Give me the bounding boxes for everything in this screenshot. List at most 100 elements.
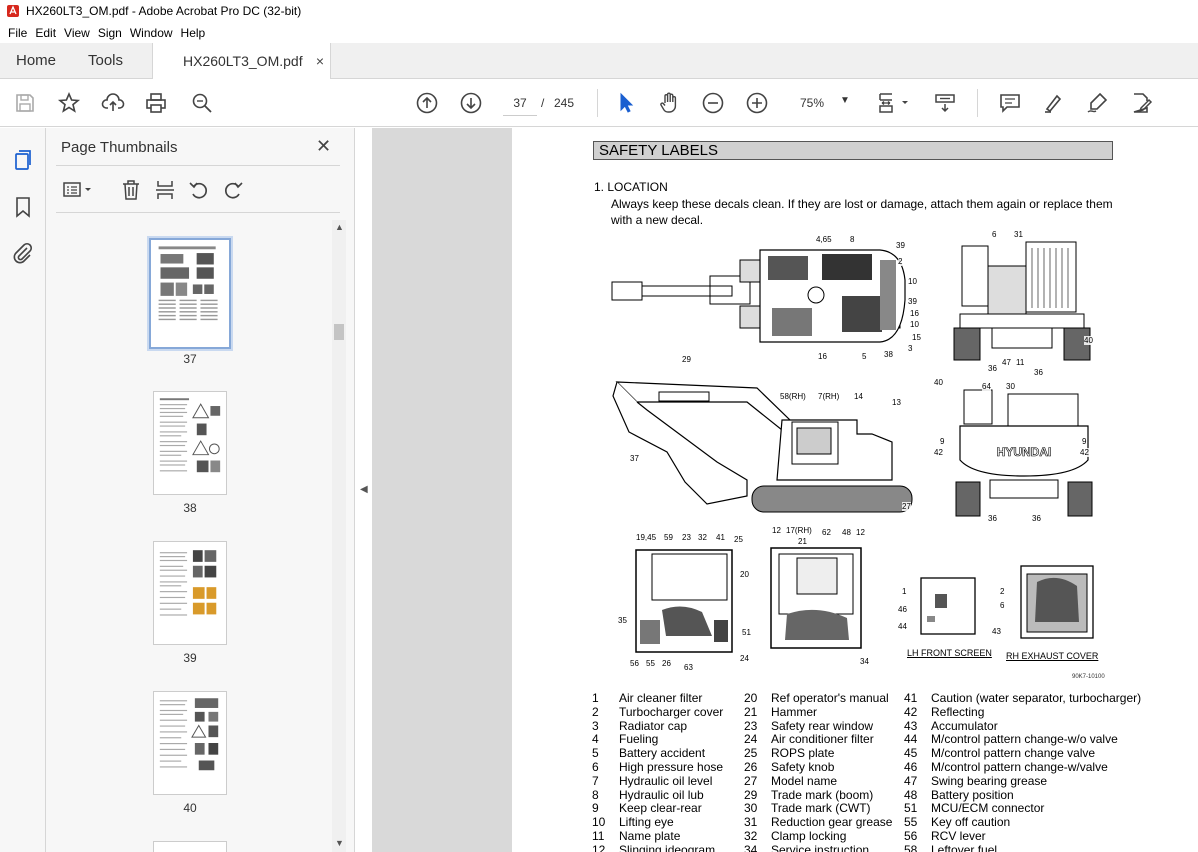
scrollbar-thumb[interactable] [334, 324, 344, 340]
tab-home[interactable]: Home [16, 43, 56, 79]
highlight-icon[interactable] [1041, 91, 1065, 115]
callout-number: 12 [856, 528, 865, 537]
acrobat-app-icon [7, 5, 19, 17]
chevron-left-icon: ◀ [360, 484, 368, 495]
legend-number: 12 [592, 842, 606, 852]
thumbnail-page-number: 37 [183, 352, 197, 366]
thumbnail-page[interactable] [153, 841, 227, 852]
thumbnail-page[interactable] [153, 541, 227, 645]
scroll-mode-icon[interactable] [933, 91, 957, 115]
legend-item: 26 Safety knob [744, 760, 892, 775]
save-icon[interactable] [13, 91, 37, 115]
callout-number: 32 [698, 533, 707, 542]
left-navigation-rail [0, 128, 46, 852]
legend-item: 25 ROPS plate [744, 746, 892, 761]
legend-item: 58 Leftover fuel [904, 842, 1141, 852]
zoom-dropdown[interactable]: 75% ▼ [788, 91, 854, 115]
window-title: HX260LT3_OM.pdf - Adobe Acrobat Pro DC (… [26, 4, 302, 18]
legend-number: 31 [744, 815, 758, 830]
star-icon[interactable] [57, 91, 81, 115]
tab-document[interactable]: HX260LT3_OM.pdf × [152, 43, 331, 80]
panel-title: Page Thumbnails [61, 139, 178, 156]
callout-number: 63 [684, 663, 693, 672]
scroll-down-arrow-icon[interactable]: ▼ [335, 838, 344, 848]
menu-sign[interactable]: Sign [94, 26, 126, 40]
legend-number: 30 [744, 801, 758, 816]
legend-label: Caution (water separator, turbocharger) [931, 691, 1142, 705]
extract-pages-icon[interactable] [153, 178, 177, 202]
comment-icon[interactable] [998, 91, 1022, 115]
hand-icon[interactable] [657, 91, 681, 115]
tab-tools[interactable]: Tools [88, 43, 123, 79]
callout-number: 9 [1082, 437, 1087, 446]
legend-number: 41 [904, 691, 918, 705]
callout-number: 43 [992, 627, 1001, 636]
callout-number: 47 [1002, 358, 1011, 367]
callout-number: 55 [646, 659, 655, 668]
legend-number: 7 [592, 773, 599, 788]
legend-number: 58 [904, 842, 918, 852]
legend-item: 5 Battery accident [592, 746, 723, 761]
scroll-up-arrow-icon[interactable]: ▲ [335, 222, 344, 232]
thumbnail-page[interactable] [147, 236, 233, 351]
menu-window[interactable]: Window [126, 26, 177, 40]
panel-collapse-handle[interactable]: ◀ [356, 128, 372, 852]
menu-help[interactable]: Help [177, 26, 210, 40]
print-icon[interactable] [144, 91, 168, 115]
callout-number: 59 [664, 533, 673, 542]
legend-number: 9 [592, 801, 599, 816]
legend-label: MCU/ECM connector [931, 801, 1045, 816]
callout-number: 10 [908, 277, 917, 286]
rotate-left-icon[interactable] [187, 178, 211, 202]
thumbnail-page[interactable] [153, 391, 227, 495]
location-text: Always keep these decals clean. If they … [611, 197, 1113, 227]
delete-icon[interactable] [119, 178, 143, 202]
thumbnail-page[interactable] [153, 691, 227, 795]
document-viewport[interactable]: SAFETY LABELS 1. LOCATION Always keep th… [372, 128, 1198, 852]
menu-view[interactable]: View [60, 26, 94, 40]
sign-icon[interactable] [1085, 91, 1109, 115]
callout-number: 36 [988, 364, 997, 373]
page-thumbnails-icon[interactable] [11, 148, 35, 172]
legend-number: 3 [592, 718, 599, 733]
toolbar: / 245 75% ▼ [0, 79, 1198, 127]
excavator-side-view-figure [607, 372, 917, 525]
menu-file[interactable]: File [4, 26, 31, 40]
callout-number: 16 [818, 352, 827, 361]
zoom-search-icon[interactable] [190, 91, 214, 115]
edit-pdf-icon[interactable] [1129, 91, 1153, 115]
rotate-right-icon[interactable] [221, 178, 245, 202]
fit-page-icon[interactable] [876, 91, 912, 115]
legend-label: Service instruction [771, 842, 870, 852]
rh-exhaust-cover-caption: RH EXHAUST COVER [1006, 651, 1099, 661]
bookmark-icon[interactable] [11, 195, 35, 219]
callout-number: 19,45 [636, 533, 657, 542]
attachment-icon[interactable] [11, 241, 35, 265]
legend-label: Turbocharger cover [619, 704, 724, 719]
callout-number: 62 [822, 528, 831, 537]
legend-label: Safety rear window [771, 718, 874, 733]
legend-number: 25 [744, 746, 758, 761]
menu-edit[interactable]: Edit [31, 26, 60, 40]
options-menu-icon[interactable] [61, 178, 97, 202]
legend-label: Battery accident [619, 746, 706, 761]
legend-item: 24 Air conditioner filter [744, 733, 892, 747]
panel-close-button[interactable]: ✕ [316, 136, 331, 157]
legend-label: Hydraulic oil level [619, 773, 713, 788]
zoom-in-icon[interactable] [745, 91, 769, 115]
zoom-out-icon[interactable] [701, 91, 725, 115]
callout-number: 23 [682, 533, 691, 542]
excavator-rear-view-figure [952, 236, 1092, 369]
upload-icon[interactable] [101, 91, 125, 115]
callout-number: 26 [662, 659, 671, 668]
page-up-icon[interactable] [415, 91, 439, 115]
cursor-icon[interactable] [614, 91, 638, 115]
page-down-icon[interactable] [459, 91, 483, 115]
thumbnail-scrollbar[interactable]: ▲ ▼ [332, 220, 346, 852]
page-number-input[interactable] [503, 90, 537, 116]
panel-divider [56, 212, 340, 213]
callout-number: 39 [908, 297, 917, 306]
callout-number: 30 [1006, 382, 1015, 391]
legend-label: M/control pattern change-w/o valve [931, 732, 1118, 747]
tab-close-button[interactable]: × [316, 43, 324, 79]
